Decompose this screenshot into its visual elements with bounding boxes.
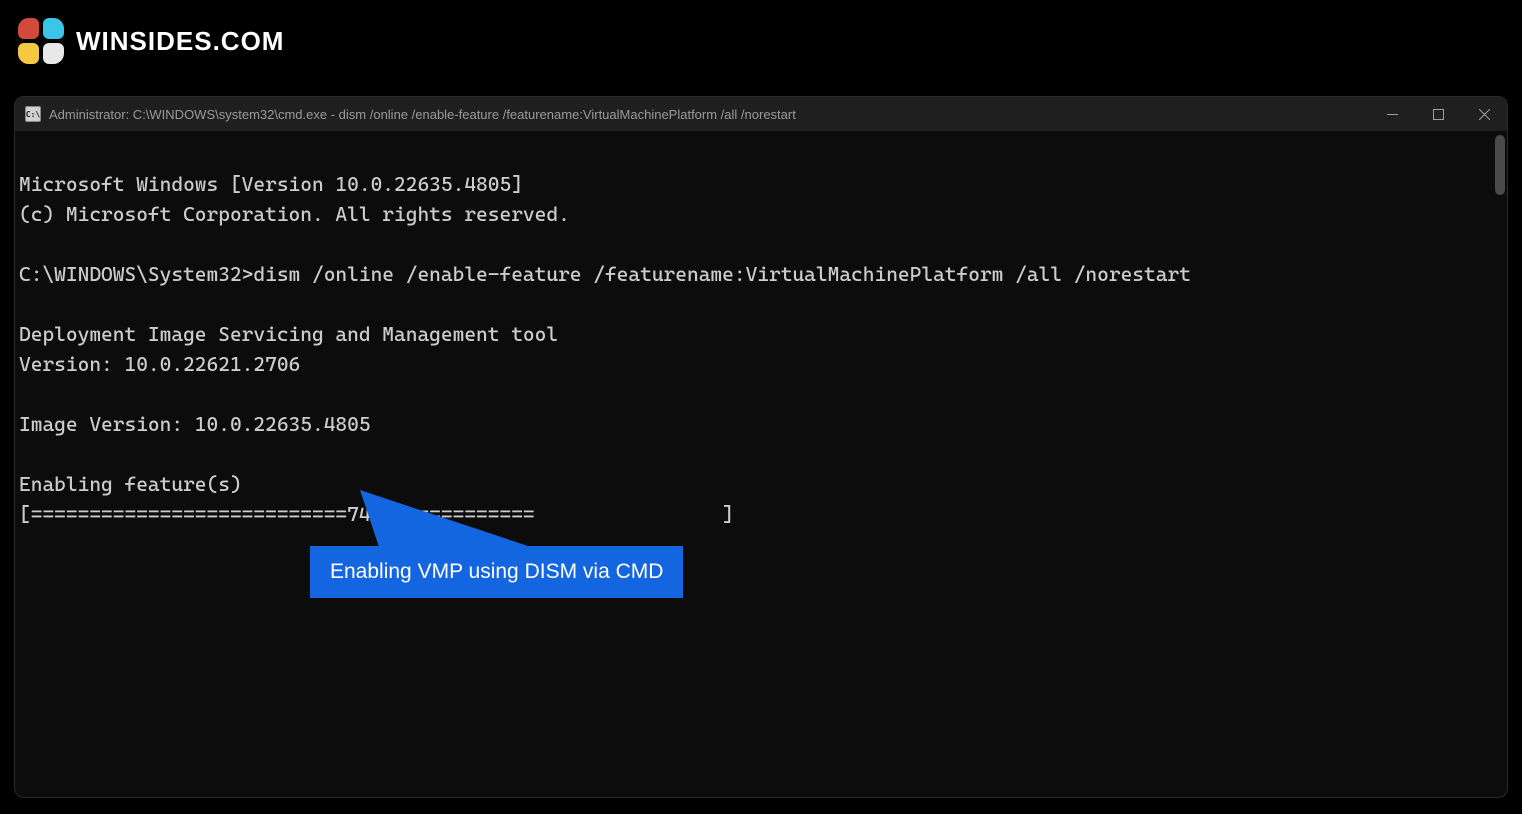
annotation-text: Enabling VMP using DISM via CMD (330, 560, 663, 583)
close-button[interactable] (1461, 97, 1507, 131)
terminal-progress-line: [===========================74.2%=======… (19, 502, 734, 526)
cmd-icon: C:\ (25, 106, 41, 122)
terminal-line: Deployment Image Servicing and Managemen… (19, 322, 558, 346)
maximize-button[interactable] (1415, 97, 1461, 131)
scrollbar-thumb[interactable] (1495, 135, 1505, 195)
terminal-line: C:\WINDOWS\System32>dism /online /enable… (19, 262, 1191, 286)
terminal-window: C:\ Administrator: C:\WINDOWS\system32\c… (14, 96, 1508, 798)
minimize-icon (1387, 109, 1398, 120)
window-controls (1369, 97, 1507, 131)
brand-text: WINSIDES.COM (76, 26, 284, 57)
terminal-line: Microsoft Windows [Version 10.0.22635.48… (19, 172, 523, 196)
annotation-callout: Enabling VMP using DISM via CMD (310, 546, 683, 598)
brand-logo-icon (18, 18, 64, 64)
close-icon (1479, 109, 1490, 120)
terminal-line: (c) Microsoft Corporation. All rights re… (19, 202, 570, 226)
terminal-line: Enabling feature(s) (19, 472, 242, 496)
maximize-icon (1433, 109, 1444, 120)
window-title: Administrator: C:\WINDOWS\system32\cmd.e… (49, 107, 796, 122)
brand-header: WINSIDES.COM (18, 18, 284, 64)
minimize-button[interactable] (1369, 97, 1415, 131)
titlebar[interactable]: C:\ Administrator: C:\WINDOWS\system32\c… (15, 97, 1507, 131)
terminal-line: Version: 10.0.22621.2706 (19, 352, 300, 376)
terminal-body[interactable]: Microsoft Windows [Version 10.0.22635.48… (15, 131, 1507, 797)
terminal-line: Image Version: 10.0.22635.4805 (19, 412, 371, 436)
